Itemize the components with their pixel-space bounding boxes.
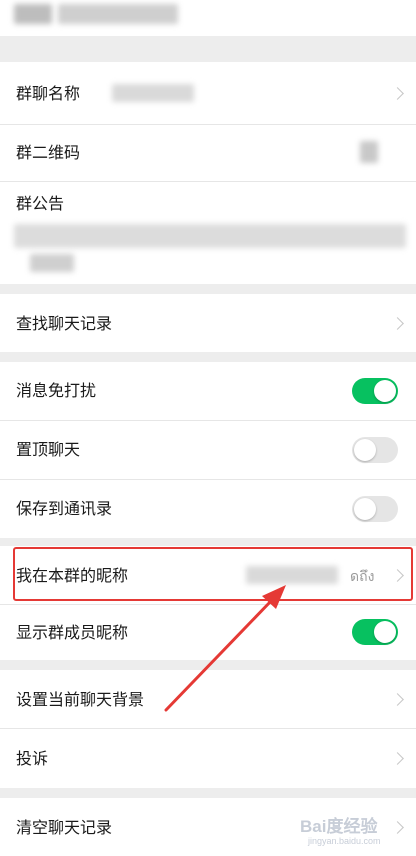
save-contacts-label: 保存到通讯录 <box>16 499 113 518</box>
chevron-right-icon <box>391 317 404 330</box>
pin-chat-label: 置顶聊天 <box>16 440 81 459</box>
show-member-nickname-label: 显示群成员昵称 <box>16 623 129 642</box>
pin-chat-row[interactable]: 置顶聊天 <box>0 421 416 479</box>
save-contacts-toggle[interactable] <box>352 496 398 522</box>
show-member-nickname-row[interactable]: 显示群成员昵称 <box>0 605 416 660</box>
search-history-label: 查找聊天记录 <box>16 314 113 333</box>
chevron-right-icon <box>391 693 404 706</box>
search-history-row[interactable]: 查找聊天记录 <box>0 294 416 352</box>
pin-chat-toggle[interactable] <box>352 437 398 463</box>
baidu-watermark: Bai度经验 jingyan.baidu.com <box>300 812 412 852</box>
watermark-subtext: jingyan.baidu.com <box>308 836 381 846</box>
group-notice-row[interactable]: 群公告 <box>0 182 416 284</box>
group-notice-label: 群公告 <box>16 194 65 213</box>
mute-label: 消息免打扰 <box>16 381 97 400</box>
blurred-group-name <box>112 84 194 102</box>
chevron-right-icon <box>391 752 404 765</box>
chat-background-label: 设置当前聊天背景 <box>16 690 145 709</box>
annotation-highlight-box <box>13 547 413 601</box>
mute-row[interactable]: 消息免打扰 <box>0 362 416 420</box>
show-member-nickname-toggle[interactable] <box>352 619 398 645</box>
watermark-logo: Bai度经验 <box>300 817 378 836</box>
mute-toggle[interactable] <box>352 378 398 404</box>
group-name-label: 群聊名称 <box>16 84 81 103</box>
clear-history-label: 清空聊天记录 <box>16 818 113 837</box>
blurred-header-text <box>58 4 178 24</box>
chat-background-row[interactable]: 设置当前聊天背景 <box>0 670 416 728</box>
save-contacts-row[interactable]: 保存到通讯录 <box>0 480 416 538</box>
chevron-right-icon <box>391 87 404 100</box>
blurred-notice-text <box>14 224 406 248</box>
group-name-row[interactable]: 群聊名称 <box>0 62 416 124</box>
qr-code-row[interactable]: 群二维码 <box>0 125 416 181</box>
blurred-header-text <box>14 4 52 24</box>
qr-code-icon <box>360 141 378 163</box>
report-row[interactable]: 投诉 <box>0 729 416 788</box>
report-label: 投诉 <box>16 749 49 768</box>
qr-code-label: 群二维码 <box>16 143 81 162</box>
blurred-notice-text <box>30 254 74 272</box>
